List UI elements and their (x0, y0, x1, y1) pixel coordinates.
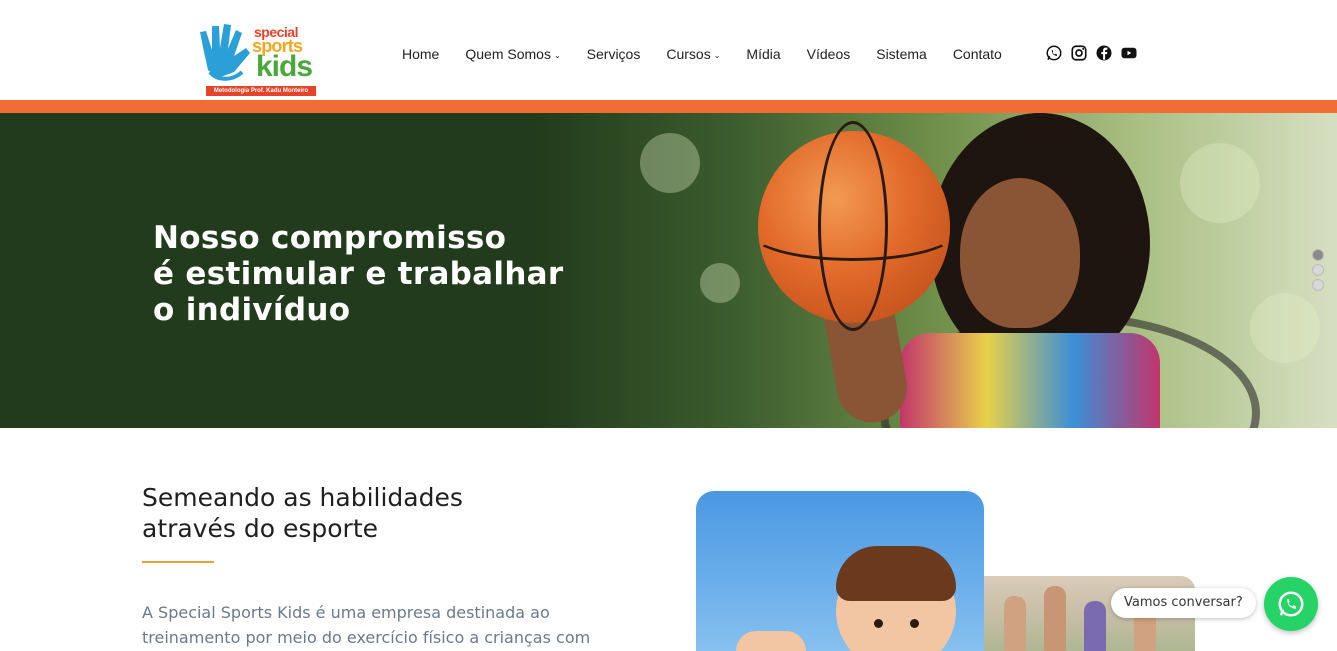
bokeh-light (1250, 293, 1320, 363)
site-header: special sports kids Metodologia Prof. Ka… (0, 0, 1337, 100)
site-logo[interactable]: special sports kids Metodologia Prof. Ka… (198, 18, 318, 98)
bokeh-light (700, 263, 740, 303)
section-title: Semeando as habilidades através do espor… (142, 482, 542, 544)
ball-seam (748, 201, 958, 261)
social-links (1045, 44, 1145, 62)
nav-sistema[interactable]: Sistema (876, 46, 927, 62)
main-nav: Home Quem Somos ⌄ Serviços Cursos ⌄ Mídia … (402, 44, 1028, 64)
leg-image (1084, 601, 1106, 651)
slider-dot-3[interactable] (1312, 279, 1324, 291)
chevron-down-icon: ⌄ (553, 50, 561, 60)
about-paragraph: A Special Sports Kids é uma empresa dest… (142, 600, 592, 650)
section-title-line: Semeando as habilidades (142, 483, 463, 512)
nav-videos[interactable]: Vídeos (807, 46, 851, 62)
nav-cursos[interactable]: Cursos ⌄ (666, 46, 720, 62)
chat-prompt-bubble[interactable]: Vamos conversar? (1111, 588, 1256, 618)
girl-image-face (960, 178, 1080, 328)
slider-pagination (1312, 249, 1324, 294)
whatsapp-icon (1278, 591, 1304, 617)
instagram-icon[interactable] (1070, 44, 1088, 62)
section-title-line: através do esporte (142, 514, 379, 543)
basketball-image (748, 121, 958, 331)
paragraph-line: A Special Sports Kids é uma empresa dest… (142, 603, 550, 622)
hero-line: o indivíduo (153, 292, 351, 328)
header-accent-bar (0, 100, 1337, 113)
paragraph-line: treinamento por meio do exercício físico… (142, 628, 591, 647)
leg-image (1004, 596, 1026, 651)
slider-dot-2[interactable] (1312, 264, 1324, 276)
nav-midia[interactable]: Mídia (746, 46, 780, 62)
title-underline (142, 561, 214, 563)
chevron-down-icon: ⌄ (713, 50, 721, 60)
hero-line: Nosso compromisso (153, 220, 507, 256)
whatsapp-icon[interactable] (1045, 44, 1063, 62)
boy-image-eye (874, 619, 883, 628)
bokeh-light (640, 133, 700, 193)
nav-quem-somos[interactable]: Quem Somos ⌄ (465, 46, 560, 62)
logo-word-kids: kids (256, 50, 313, 83)
whatsapp-chat-button[interactable] (1264, 577, 1318, 631)
youtube-icon[interactable] (1120, 44, 1138, 62)
nav-home[interactable]: Home (402, 46, 439, 62)
nav-servicos[interactable]: Serviços (587, 46, 641, 62)
boy-photo (696, 491, 984, 651)
girl-image-dress (900, 333, 1160, 428)
hand-logo-icon (200, 24, 250, 81)
leg-image (1044, 586, 1066, 651)
nav-contato[interactable]: Contato (953, 46, 1002, 62)
boy-image-hair (836, 546, 956, 601)
logo-tagline: Metodologia Prof. Kadu Monteiro (206, 86, 316, 96)
hero-headline: Nosso compromisso é estimular e trabalha… (153, 220, 573, 328)
hero-line: é estimular e trabalhar (153, 256, 564, 292)
facebook-icon[interactable] (1095, 44, 1113, 62)
slider-dot-1[interactable] (1312, 249, 1324, 261)
hero-slider: Nosso compromisso é estimular e trabalha… (0, 113, 1337, 428)
boy-image-eye (910, 619, 919, 628)
boy-image-hand (736, 631, 806, 651)
bokeh-light (1180, 143, 1260, 223)
